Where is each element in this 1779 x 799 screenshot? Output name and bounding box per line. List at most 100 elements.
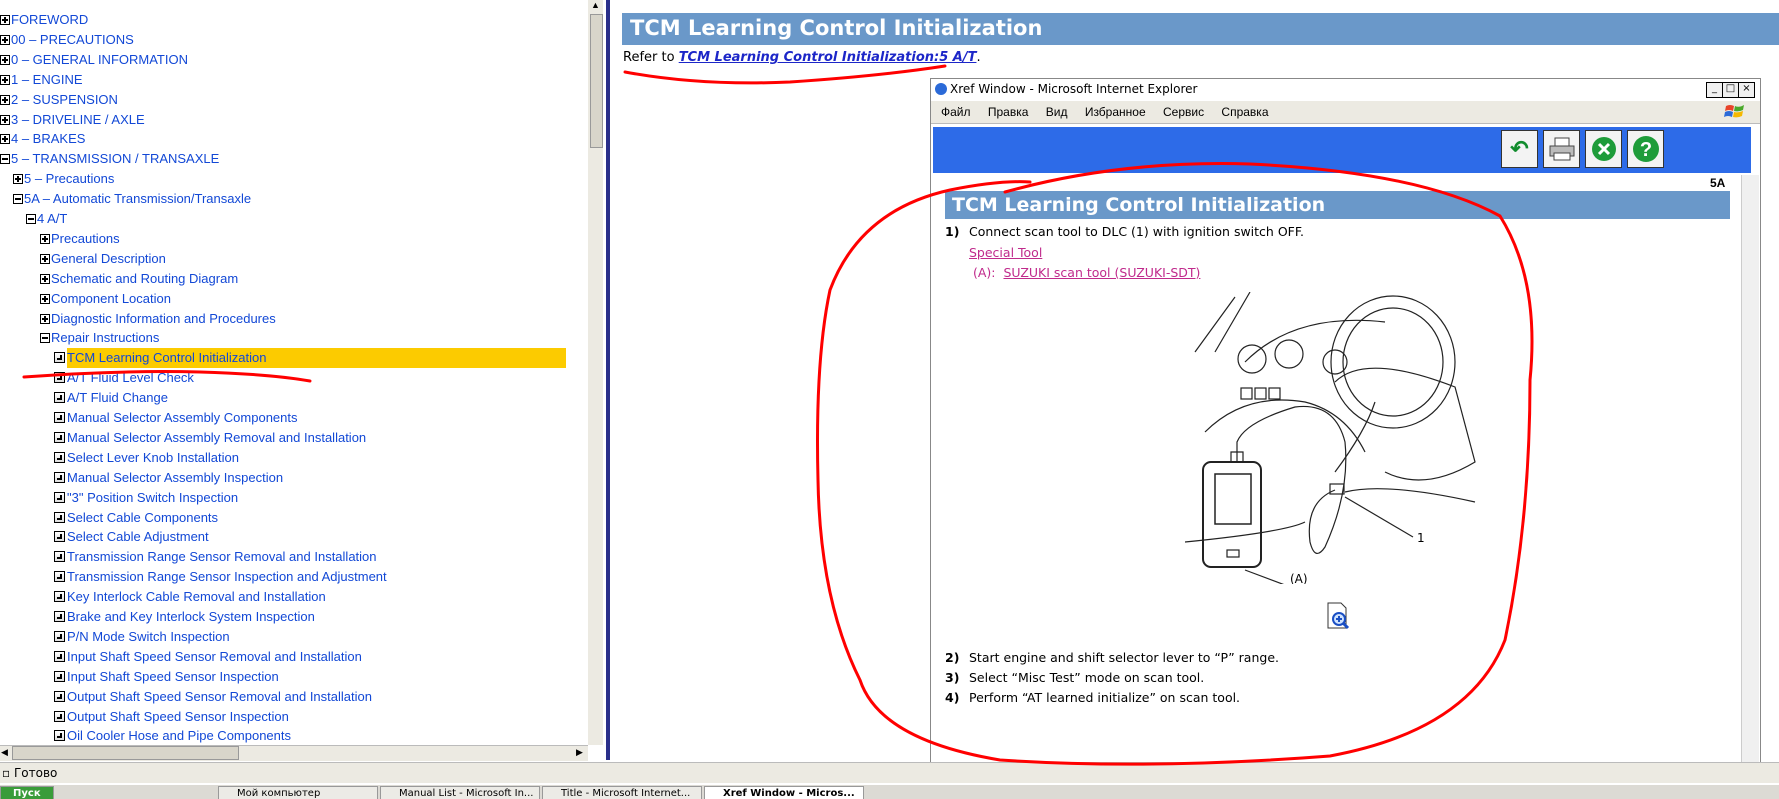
tree-item[interactable]: Select Lever Knob Installation <box>54 448 239 468</box>
expand-icon[interactable] <box>40 273 50 284</box>
tree-item[interactable]: 4 – BRAKES <box>0 129 85 149</box>
tree-item[interactable]: A/T Fluid Change <box>54 388 168 408</box>
tree-scroll-thumb[interactable] <box>590 14 603 148</box>
menu-tools[interactable]: Сервис <box>1163 105 1204 119</box>
tree-item[interactable]: Output Shaft Speed Sensor Removal and In… <box>54 687 372 707</box>
tree-item[interactable]: FOREWORD <box>0 10 88 30</box>
collapse-icon[interactable] <box>40 333 50 344</box>
tree-item[interactable]: Transmission Range Sensor Removal and In… <box>54 547 377 567</box>
minimize-button[interactable]: _ <box>1706 82 1723 98</box>
task-my-computer[interactable]: Мой компьютер <box>218 786 378 799</box>
tree-item[interactable]: Diagnostic Information and Procedures <box>40 309 276 329</box>
tree-item-label: 00 – PRECAUTIONS <box>11 31 134 47</box>
expand-icon[interactable] <box>0 94 10 105</box>
frame-divider[interactable] <box>606 0 610 760</box>
tree-item-label: Input Shaft Speed Sensor Removal and Ins… <box>67 648 362 664</box>
tree-item-label: 2 – SUSPENSION <box>11 91 118 107</box>
collapse-icon[interactable] <box>13 194 23 205</box>
tree-item-label: 4 – BRAKES <box>11 131 86 147</box>
step-3: 3) Select “Misc Test” mode on scan tool. <box>945 670 1204 685</box>
tree-item[interactable]: "3" Position Switch Inspection <box>54 488 238 508</box>
tree-item[interactable]: Manual Selector Assembly Inspection <box>54 468 283 488</box>
step-text: Connect scan tool to DLC (1) with igniti… <box>969 224 1305 239</box>
tree-item[interactable]: Precautions <box>40 229 120 249</box>
close-window-button[interactable]: × <box>1738 82 1755 98</box>
tree-item[interactable]: Select Cable Adjustment <box>54 527 209 547</box>
svg-text:?: ? <box>1639 139 1651 161</box>
back-button[interactable]: ↶ <box>1501 130 1538 168</box>
expand-icon[interactable] <box>40 313 50 324</box>
tree-item[interactable]: 3 – DRIVELINE / AXLE <box>0 110 145 130</box>
xref-title-bar[interactable]: Xref Window - Microsoft Internet Explore… <box>931 79 1760 100</box>
tree-item[interactable]: Repair Instructions <box>40 328 159 348</box>
expand-icon[interactable] <box>0 15 10 25</box>
tree-item[interactable]: Oil Cooler Hose and Pipe Components <box>54 726 291 745</box>
expand-icon[interactable] <box>40 293 50 304</box>
tree-item[interactable]: 4 A/T <box>26 209 67 229</box>
close-button[interactable] <box>1585 130 1622 168</box>
scroll-left-icon[interactable]: ◀ <box>1 747 8 758</box>
tree-item[interactable]: Transmission Range Sensor Inspection and… <box>54 567 387 587</box>
expand-icon[interactable] <box>0 114 10 125</box>
expand-icon[interactable] <box>0 74 10 85</box>
expand-icon[interactable] <box>13 174 23 185</box>
tree-item[interactable]: Select Cable Components <box>54 508 218 528</box>
tree-hscroll-thumb[interactable] <box>12 746 239 760</box>
tree-item[interactable]: General Description <box>40 249 166 269</box>
help-button[interactable]: ? <box>1627 130 1664 168</box>
expand-icon[interactable] <box>0 134 10 145</box>
tree-item[interactable]: Manual Selector Assembly Components <box>54 408 298 428</box>
tree-item[interactable]: Schematic and Routing Diagram <box>40 269 238 289</box>
tree-item[interactable]: 2 – SUSPENSION <box>0 90 118 110</box>
special-tool-link[interactable]: Special Tool <box>969 245 1042 260</box>
tree-item-label: Transmission Range Sensor Inspection and… <box>67 569 387 585</box>
task-title[interactable]: Title - Microsoft Internet... <box>542 786 702 799</box>
menu-file[interactable]: Файл <box>941 105 971 119</box>
expand-icon[interactable] <box>40 253 50 264</box>
tree-item-label: 4 A/T <box>37 211 68 226</box>
tree-item[interactable]: 1 – ENGINE <box>0 70 83 90</box>
print-button[interactable] <box>1543 130 1580 168</box>
tree-item[interactable]: Output Shaft Speed Sensor Inspection <box>54 707 289 727</box>
task-manual-list[interactable]: Manual List - Microsoft In... <box>380 786 540 799</box>
scroll-up-icon[interactable]: ▲ <box>591 0 600 10</box>
tree-item[interactable]: Input Shaft Speed Sensor Inspection <box>54 667 279 687</box>
tree-item[interactable]: Component Location <box>40 289 171 309</box>
menu-view[interactable]: Вид <box>1046 105 1068 119</box>
expand-icon[interactable] <box>40 233 50 244</box>
tree-item[interactable]: Brake and Key Interlock System Inspectio… <box>54 607 315 627</box>
collapse-icon[interactable] <box>0 154 10 165</box>
document-icon <box>54 670 65 682</box>
xref-vertical-scrollbar[interactable] <box>1741 175 1759 775</box>
tree-item[interactable]: 0 – GENERAL INFORMATION <box>0 50 188 70</box>
tree-item-label: A/T Fluid Level Check <box>67 370 194 386</box>
scroll-right-icon[interactable]: ▶ <box>576 747 583 758</box>
scan-tool-illustration: (A) 1 <box>1185 292 1476 584</box>
start-button[interactable]: Пуск <box>0 786 54 799</box>
tree-item[interactable]: 00 – PRECAUTIONS <box>0 30 134 50</box>
tree-item[interactable]: 5A – Automatic Transmission/Transaxle <box>13 189 251 209</box>
menu-favorites[interactable]: Избранное <box>1085 105 1146 119</box>
expand-icon[interactable] <box>0 34 10 45</box>
menu-edit[interactable]: Правка <box>988 105 1029 119</box>
tree-item[interactable]: 5 – Precautions <box>13 169 114 189</box>
help-icon: ? <box>1632 136 1659 162</box>
tree-item[interactable]: Input Shaft Speed Sensor Removal and Ins… <box>54 647 362 667</box>
collapse-icon[interactable] <box>26 214 36 224</box>
tree-item[interactable]: TCM Learning Control Initialization <box>54 348 567 369</box>
zoom-image-icon[interactable] <box>1326 602 1350 630</box>
menu-help[interactable]: Справка <box>1221 105 1268 119</box>
expand-icon[interactable] <box>0 54 10 65</box>
tree-item[interactable]: Key Interlock Cable Removal and Installa… <box>54 587 326 607</box>
document-icon <box>54 352 65 364</box>
tree-item[interactable]: Manual Selector Assembly Removal and Ins… <box>54 428 366 448</box>
tree-item[interactable]: 5 – TRANSMISSION / TRANSAXLE <box>0 149 219 169</box>
tree-item-label: P/N Mode Switch Inspection <box>67 628 230 644</box>
maximize-button[interactable]: □ <box>1722 82 1739 98</box>
refer-link[interactable]: TCM Learning Control Initialization:5 A/… <box>679 50 977 65</box>
tree-item[interactable]: P/N Mode Switch Inspection <box>54 627 230 647</box>
tree-item-label: Manual Selector Assembly Inspection <box>67 469 284 485</box>
task-xref-window[interactable]: Xref Window - Micros... <box>704 786 864 799</box>
special-tool-name[interactable]: SUZUKI scan tool (SUZUKI-SDT) <box>1003 265 1200 280</box>
tree-item[interactable]: A/T Fluid Level Check <box>54 368 194 388</box>
